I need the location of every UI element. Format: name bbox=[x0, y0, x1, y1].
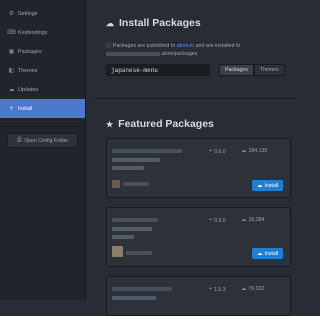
package-card[interactable]: ⌖ 1.5.3 ☁ 76,022 bbox=[106, 276, 291, 316]
atom-io-link[interactable]: atom.io bbox=[177, 43, 194, 49]
package-search-input[interactable]: japanese-menu bbox=[106, 64, 210, 76]
package-downloads-label: 76,022 bbox=[248, 286, 265, 292]
sidebar-item-label: Install bbox=[18, 105, 33, 112]
package-icon: ▣ bbox=[8, 49, 15, 55]
install-packages-title: Install Packages bbox=[119, 17, 201, 29]
sidebar-item-packages[interactable]: ▣ Packages bbox=[0, 42, 85, 61]
search-type-toggle: Packages Themes bbox=[219, 64, 285, 76]
package-desc-blurred bbox=[112, 166, 144, 170]
sidebar-item-label: Packages bbox=[18, 48, 42, 55]
keyboard-icon: ⌨ bbox=[7, 30, 16, 36]
package-version: ⌖ 0.6.0 bbox=[209, 148, 226, 155]
sidebar-item-install[interactable]: + Install bbox=[0, 99, 85, 118]
cloud-download-icon: ☁ bbox=[241, 148, 247, 154]
versions-icon: ⌖ bbox=[209, 286, 213, 292]
package-card[interactable]: ⌖ 0.3.0 ☁ 16,384 ☁ Install bbox=[106, 207, 291, 267]
cloud-download-icon: ☁ bbox=[241, 217, 247, 223]
install-button-label: Install bbox=[264, 250, 279, 257]
cloud-download-icon: ☁ bbox=[8, 87, 15, 93]
gear-icon: ⚙ bbox=[8, 11, 15, 17]
info-prefix: Packages are published to bbox=[112, 43, 176, 49]
settings-nav: ⚙ Settings ⌨ Keybindings ▣ Packages ◧ Th… bbox=[0, 0, 85, 118]
sidebar-item-settings[interactable]: ⚙ Settings bbox=[0, 4, 85, 23]
package-name-blurred bbox=[112, 149, 182, 153]
sidebar-item-label: Themes bbox=[18, 67, 38, 74]
cloud-download-icon: ☁ bbox=[256, 250, 263, 257]
install-button-label: Install bbox=[264, 182, 279, 189]
featured-packages-title: Featured Packages bbox=[118, 118, 214, 130]
package-downloads-label: 184,135 bbox=[248, 148, 268, 154]
package-downloads: ☁ 16,384 bbox=[241, 217, 264, 223]
package-version-label: 0.6.0 bbox=[214, 148, 226, 155]
settings-sidebar: ⚙ Settings ⌨ Keybindings ▣ Packages ◧ Th… bbox=[0, 0, 86, 300]
info-icon: ⓘ bbox=[106, 43, 113, 49]
package-name-blurred bbox=[112, 218, 158, 222]
file-directory-icon: ⎙ bbox=[16, 137, 22, 143]
install-button[interactable]: ☁ Install bbox=[252, 248, 283, 259]
versions-icon: ⌖ bbox=[209, 148, 213, 154]
info-suffix: .atom/packages bbox=[160, 51, 198, 57]
sidebar-item-label: Settings bbox=[18, 10, 38, 17]
package-downloads: ☁ 76,022 bbox=[241, 286, 264, 292]
featured-packages-heading: ★ Featured Packages bbox=[106, 118, 214, 130]
cloud-download-icon: ☁ bbox=[256, 182, 263, 189]
versions-icon: ⌖ bbox=[209, 217, 213, 223]
package-desc-blurred bbox=[112, 158, 160, 162]
avatar bbox=[112, 246, 123, 257]
package-downloads-label: 16,384 bbox=[248, 217, 265, 223]
star-icon: ★ bbox=[106, 119, 114, 129]
cloud-download-icon: ☁ bbox=[241, 286, 247, 292]
package-version: ⌖ 1.5.3 bbox=[209, 286, 226, 293]
open-config-folder-label: Open Config Folder bbox=[24, 137, 69, 144]
package-version: ⌖ 0.3.0 bbox=[209, 217, 226, 224]
sidebar-item-themes[interactable]: ◧ Themes bbox=[0, 61, 85, 80]
paintcan-icon: ◧ bbox=[8, 68, 15, 74]
section-divider bbox=[94, 98, 296, 99]
package-downloads: ☁ 184,135 bbox=[241, 148, 267, 154]
open-config-folder-button[interactable]: ⎙ Open Config Folder bbox=[7, 133, 78, 148]
install-info-text: ⓘ Packages are published to atom.io and … bbox=[106, 42, 240, 58]
package-version-label: 1.5.3 bbox=[214, 286, 226, 293]
avatar bbox=[112, 180, 120, 188]
install-panel: ☁ Install Packages ⓘ Packages are publis… bbox=[86, 0, 296, 316]
sidebar-item-label: Keybindings bbox=[18, 29, 48, 36]
sidebar-item-updates[interactable]: ☁ Updates bbox=[0, 80, 85, 99]
themes-toggle-button[interactable]: Themes bbox=[253, 64, 285, 76]
plus-icon: + bbox=[9, 105, 14, 112]
package-desc-blurred bbox=[112, 227, 152, 231]
package-version-label: 0.3.0 bbox=[214, 217, 226, 224]
package-author-blurred bbox=[123, 182, 149, 186]
blurred-path bbox=[106, 51, 160, 56]
package-desc-blurred bbox=[112, 296, 156, 300]
sidebar-item-keybindings[interactable]: ⌨ Keybindings bbox=[0, 23, 85, 42]
package-card[interactable]: ⌖ 0.6.0 ☁ 184,135 ☁ Install bbox=[106, 138, 291, 198]
packages-toggle-button[interactable]: Packages bbox=[219, 64, 254, 76]
info-middle: and are installed to bbox=[195, 43, 241, 49]
package-author-blurred bbox=[126, 251, 152, 255]
sidebar-divider bbox=[0, 126, 85, 127]
cloud-download-icon: ☁ bbox=[106, 18, 114, 28]
install-button[interactable]: ☁ Install bbox=[252, 180, 283, 191]
package-desc-blurred bbox=[112, 235, 134, 239]
package-name-blurred bbox=[112, 287, 172, 291]
install-packages-heading: ☁ Install Packages bbox=[106, 17, 201, 29]
sidebar-item-label: Updates bbox=[18, 86, 39, 93]
